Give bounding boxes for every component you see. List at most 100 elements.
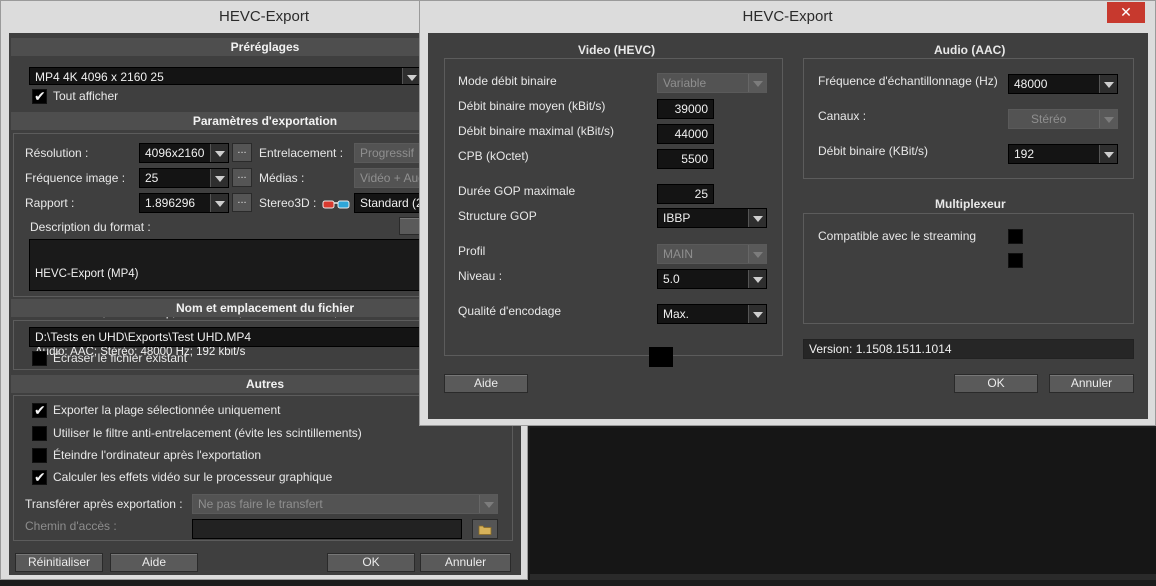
avg-bitrate-label: Débit binaire moyen (kBit/s): [458, 99, 606, 113]
format-description-label: Description du format :: [30, 220, 151, 234]
avg-bitrate-input[interactable]: 39000: [657, 99, 714, 119]
streaming-label: Compatible avec le streaming: [818, 229, 977, 243]
gpu-effects-checkbox[interactable]: [32, 469, 47, 486]
gop-structure-label: Structure GOP: [458, 209, 537, 223]
transfer-select[interactable]: Ne pas faire le transfert: [192, 494, 498, 514]
chevron-down-icon: [1099, 145, 1117, 163]
chevron-down-icon: [402, 68, 420, 84]
export-selection-checkbox[interactable]: [32, 402, 47, 419]
mux-header: Multiplexeur: [935, 197, 1006, 211]
stereo3d-select[interactable]: Standard (2D: [354, 193, 424, 213]
background-preview-area: [530, 428, 1156, 574]
reset-button[interactable]: Réinitialiser: [15, 553, 103, 572]
profile-label: Profil: [458, 244, 486, 258]
cpb-input[interactable]: 5500: [657, 149, 714, 169]
overwrite-label: Écraser le fichier existant: [53, 351, 188, 365]
interlace-label: Entrelacement :: [259, 146, 344, 160]
chevron-down-icon: [748, 209, 766, 227]
settings-dialog-client: Video (HEVC) Mode débit binaire Variable…: [428, 33, 1148, 419]
bitrate-mode-select[interactable]: Variable: [657, 73, 767, 93]
version-text: Version: 1.1508.1511.1014: [803, 339, 1134, 359]
framerate-value: 25: [145, 171, 159, 185]
export-selection-label: Exporter la plage sélectionnée uniquemen…: [53, 403, 281, 417]
channels-select[interactable]: Stéréo: [1008, 109, 1118, 129]
cancel-button[interactable]: Annuler: [420, 553, 511, 572]
samplerate-label: Fréquence d'échantillonnage (Hz): [818, 74, 998, 88]
shutdown-checkbox[interactable]: [32, 448, 47, 463]
close-icon[interactable]: ✕: [1107, 2, 1145, 23]
chevron-down-icon: [210, 144, 228, 162]
chevron-down-icon: [748, 305, 766, 323]
framerate-more-button[interactable]: ...: [232, 168, 252, 187]
help-button[interactable]: Aide: [110, 553, 198, 572]
channels-value: Stéréo: [1031, 112, 1067, 126]
media-label: Médias :: [259, 171, 305, 185]
ratio-select[interactable]: 1.896296: [139, 193, 229, 213]
chevron-down-icon: [210, 169, 228, 187]
level-select[interactable]: 5.0: [657, 269, 767, 289]
settings-ok-button[interactable]: OK: [954, 374, 1038, 393]
mux-option-checkbox[interactable]: [1008, 253, 1023, 268]
channels-label: Canaux :: [818, 109, 867, 123]
profile-select[interactable]: MAIN: [657, 244, 767, 264]
framerate-select[interactable]: 25: [139, 168, 229, 188]
format-description-text: HEVC-Export (MP4) Video: HEVC; 4096x2160…: [29, 239, 434, 358]
chevron-down-icon: [748, 245, 766, 263]
ratio-value: 1.896296: [145, 196, 196, 210]
shutdown-label: Éteindre l'ordinateur après l'exportatio…: [53, 448, 262, 462]
streaming-checkbox[interactable]: [1008, 229, 1023, 244]
overwrite-checkbox[interactable]: [32, 351, 47, 366]
transfer-label: Transférer après exportation :: [25, 497, 183, 511]
audio-header: Audio (AAC): [934, 43, 1006, 57]
max-bitrate-label: Débit binaire maximal (kBit/s): [458, 124, 615, 138]
audio-bitrate-select[interactable]: 192: [1008, 144, 1118, 164]
level-label: Niveau :: [458, 269, 503, 283]
chevron-down-icon: [748, 270, 766, 288]
chevron-down-icon: [210, 194, 228, 212]
gpu-effects-label: Calculer les effets vidéo sur le process…: [53, 470, 333, 484]
color-swatch: [649, 347, 673, 367]
ok-button[interactable]: OK: [327, 553, 415, 572]
chevron-down-icon: [748, 74, 766, 92]
quality-select[interactable]: Max.: [657, 304, 767, 324]
deinterlace-checkbox[interactable]: [32, 426, 47, 441]
audio-bitrate-label: Débit binaire (KBit/s): [818, 144, 929, 158]
max-bitrate-input[interactable]: 44000: [657, 124, 714, 144]
chevron-down-icon: [1099, 110, 1117, 128]
resolution-more-button[interactable]: ...: [232, 143, 252, 162]
chevron-down-icon: [479, 495, 497, 513]
show-all-checkbox[interactable]: [32, 88, 47, 105]
quality-value: Max.: [663, 307, 690, 321]
file-path-input[interactable]: D:\Tests en UHD\Exports\Test UHD.MP4: [29, 327, 423, 347]
interlace-select[interactable]: Progressif: [354, 143, 424, 163]
browse-folder-button[interactable]: [472, 519, 498, 539]
level-value: 5.0: [663, 272, 680, 286]
video-header: Video (HEVC): [578, 43, 656, 57]
media-select[interactable]: Vidéo + Aud: [354, 168, 424, 188]
bitrate-mode-value: Variable: [663, 76, 707, 90]
gop-structure-select[interactable]: IBBP: [657, 208, 767, 228]
audio-bitrate-value: 192: [1014, 147, 1035, 161]
folder-icon: [478, 525, 492, 535]
framerate-label: Fréquence image :: [25, 171, 126, 185]
ratio-label: Rapport :: [25, 196, 75, 210]
quality-label: Qualité d'encodage: [458, 304, 562, 318]
format-description-line: HEVC-Export (MP4): [35, 268, 139, 280]
3d-glasses-icon: [322, 198, 350, 209]
resolution-value: 4096x2160: [145, 146, 205, 160]
settings-help-button[interactable]: Aide: [444, 374, 528, 393]
stereo3d-label: Stereo3D :: [259, 196, 317, 210]
resolution-label: Résolution :: [25, 146, 89, 160]
settings-cancel-button[interactable]: Annuler: [1049, 374, 1134, 393]
path-input[interactable]: [192, 519, 462, 539]
profile-value: MAIN: [663, 247, 693, 261]
show-all-label: Tout afficher: [53, 89, 119, 103]
samplerate-value: 48000: [1014, 77, 1048, 91]
path-label: Chemin d'accès :: [25, 519, 117, 533]
gop-max-input[interactable]: 25: [657, 184, 714, 204]
ratio-more-button[interactable]: ...: [232, 193, 252, 212]
preset-select[interactable]: MP4 4K 4096 x 2160 25: [29, 67, 421, 85]
hevc-export-settings-dialog: HEVC-Export ✕ Video (HEVC) Mode débit bi…: [419, 0, 1156, 426]
samplerate-select[interactable]: 48000: [1008, 74, 1118, 94]
resolution-select[interactable]: 4096x2160: [139, 143, 229, 163]
